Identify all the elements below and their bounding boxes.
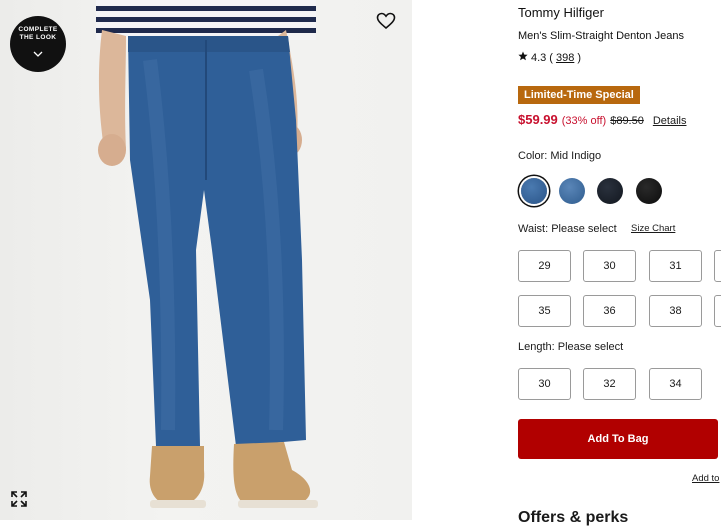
offers-heading: Offers & perks	[518, 509, 629, 526]
product-name: Men's Slim-Straight Denton Jeans	[518, 30, 684, 42]
length-option[interactable]: 32	[583, 368, 636, 400]
add-to-list-link[interactable]: Add to	[692, 473, 719, 484]
swatch-medium-blue[interactable]	[559, 178, 585, 204]
size-chart-link[interactable]: Size Chart	[631, 223, 675, 234]
length-option[interactable]: 30	[518, 368, 571, 400]
star-icon	[518, 51, 528, 64]
discount-percent: (33% off)	[561, 115, 607, 127]
brand-name[interactable]: Tommy Hilfiger	[518, 5, 604, 20]
complete-the-look-line2: THE LOOK	[19, 34, 57, 41]
original-price: $89.50	[610, 115, 644, 127]
review-count-link[interactable]: 398	[556, 52, 574, 64]
waist-option-partial[interactable]	[714, 250, 721, 282]
swatch-dark-navy[interactable]	[597, 178, 623, 204]
price-details-link[interactable]: Details	[653, 115, 687, 127]
length-label: Length: Please select	[518, 341, 624, 353]
waist-option[interactable]: 29	[518, 250, 571, 282]
add-to-bag-button[interactable]: Add To Bag	[518, 419, 718, 459]
swatch-mid-indigo[interactable]	[521, 178, 547, 204]
favorite-button[interactable]	[375, 12, 397, 34]
sale-price: $59.99	[518, 112, 558, 127]
chevron-down-icon	[33, 44, 43, 62]
waist-option[interactable]: 38	[649, 295, 702, 327]
waist-option[interactable]: 31	[649, 250, 702, 282]
waist-option[interactable]: 36	[583, 295, 636, 327]
model-photo	[96, 0, 318, 508]
waist-option-partial[interactable]	[714, 295, 721, 327]
expand-image-button[interactable]	[9, 489, 29, 509]
complete-the-look-button[interactable]: COMPLETE THE LOOK	[10, 16, 66, 72]
color-label: Color: Mid Indigo	[518, 150, 602, 162]
rating-value: 4.3	[531, 51, 547, 64]
product-image[interactable]: COMPLETE THE LOOK	[0, 0, 412, 520]
expand-arrows-icon	[9, 491, 29, 513]
waist-label: Waist: Please select	[518, 223, 617, 235]
length-option[interactable]: 34	[649, 368, 702, 400]
rating-summary[interactable]: 4.3 (398)	[518, 51, 581, 64]
complete-the-look-line1: COMPLETE	[18, 26, 58, 33]
promo-badge: Limited-Time Special	[518, 86, 640, 104]
price-row: $59.99 (33% off) $89.50 Details	[518, 112, 686, 127]
heart-outline-icon	[376, 12, 396, 35]
swatch-black[interactable]	[636, 178, 662, 204]
waist-option[interactable]: 30	[583, 250, 636, 282]
waist-option[interactable]: 35	[518, 295, 571, 327]
